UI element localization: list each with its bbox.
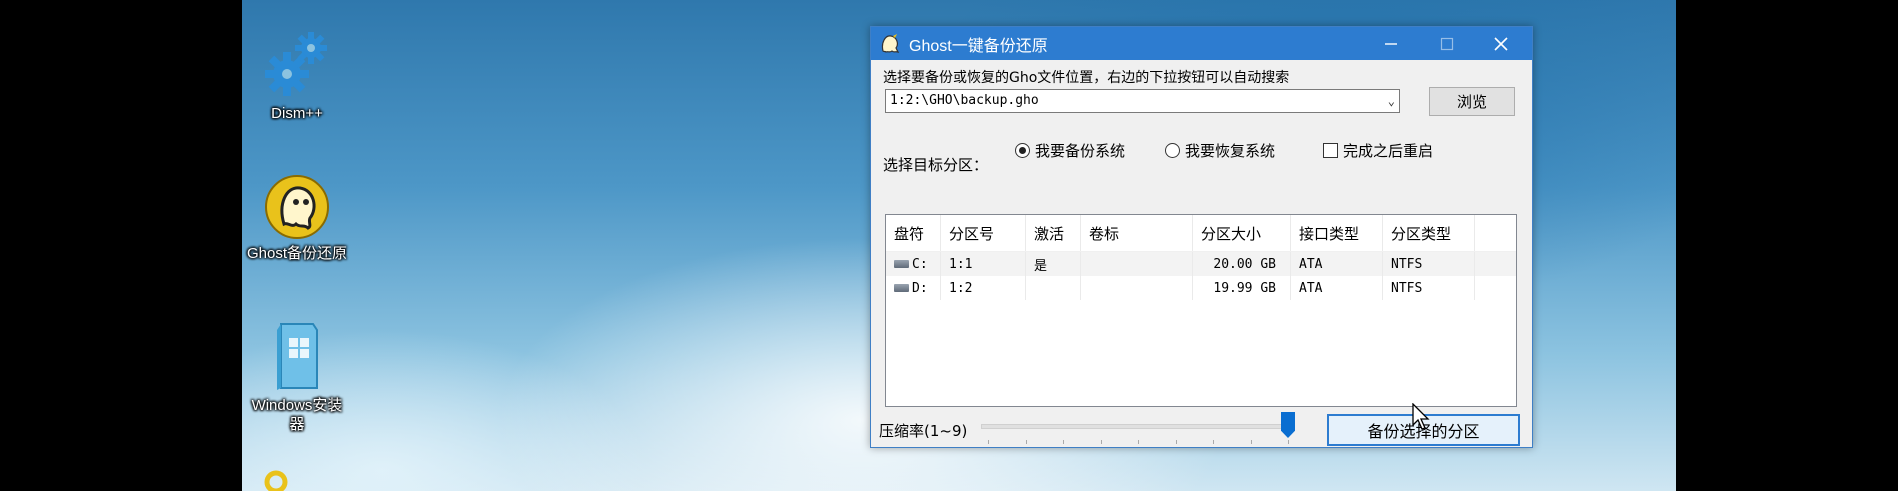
restore-system-radio[interactable]: 我要恢复系统 [1165, 140, 1275, 161]
column-header-partition[interactable]: 分区号 [941, 215, 1026, 251]
volume-label-cell [1081, 276, 1193, 300]
window-title: Ghost一键备份还原 [909, 37, 1048, 55]
mouse-cursor-icon [1412, 403, 1430, 430]
drive-letter: C: [912, 256, 928, 272]
gho-path-value: 1:2:\GHO\backup.gho [890, 93, 1039, 108]
drive-cell: C: [886, 252, 941, 276]
partition-cell: 1:2 [941, 276, 1026, 300]
volume-label-cell [1081, 252, 1193, 276]
backup-system-label: 我要备份系统 [1035, 142, 1126, 160]
column-header-volume-label[interactable]: 卷标 [1081, 215, 1193, 251]
close-button[interactable] [1478, 27, 1524, 60]
partition-list[interactable]: 盘符 分区号 激活 卷标 分区大小 接口类型 分区类型 C: 1:1 是 20.… [885, 214, 1517, 407]
slider-tick [1250, 440, 1252, 444]
column-header-interface[interactable]: 接口类型 [1291, 215, 1383, 251]
minimize-button[interactable] [1368, 27, 1414, 60]
ghost-window: Ghost一键备份还原 选择要备份或恢复的Gho文件位置，右边的下拉按钮可以自动… [870, 26, 1533, 448]
checkbox-unchecked-icon [1323, 143, 1338, 158]
compression-slider[interactable] [981, 412, 1301, 444]
table-row[interactable]: C: 1:1 是 20.00 GB ATA NTFS [886, 252, 1516, 276]
slider-thumb[interactable] [1281, 412, 1295, 438]
file-location-prompt: 选择要备份或恢复的Gho文件位置，右边的下拉按钮可以自动搜索 [883, 70, 1290, 86]
radio-selected-icon [1015, 143, 1030, 158]
minimize-icon [1385, 42, 1397, 45]
slider-tick [1025, 440, 1027, 444]
desktop-icon-label: Windows安装器 [251, 397, 343, 433]
target-partition-label: 选择目标分区： [883, 156, 989, 174]
active-cell: 是 [1026, 252, 1081, 276]
backup-system-radio[interactable]: 我要备份系统 [1015, 140, 1125, 161]
slider-tick [1175, 440, 1177, 444]
interface-cell: ATA [1291, 276, 1383, 300]
desktop-icon-label: Dism++ [271, 105, 323, 122]
column-header-drive[interactable]: 盘符 [886, 215, 941, 251]
desktop-icon-windows-installer[interactable]: Windows安装器 [242, 320, 352, 434]
fs-cell: NTFS [1383, 252, 1475, 276]
gho-path-combobox[interactable]: 1:2:\GHO\backup.gho ⌄ [885, 89, 1400, 113]
reboot-after-checkbox[interactable]: 完成之后重启 [1323, 140, 1433, 161]
fs-cell: NTFS [1383, 276, 1475, 300]
reboot-after-label: 完成之后重启 [1343, 142, 1434, 160]
radio-unselected-icon [1165, 143, 1180, 158]
partition-cell: 1:1 [941, 252, 1026, 276]
close-icon [1494, 36, 1508, 51]
maximize-icon [1440, 37, 1454, 50]
active-cell [1026, 276, 1081, 300]
partition-list-header: 盘符 分区号 激活 卷标 分区大小 接口类型 分区类型 [886, 215, 1516, 252]
drive-icon [894, 260, 909, 268]
drive-cell: D: [886, 276, 941, 300]
slider-tick [1288, 440, 1289, 444]
title-bar[interactable]: Ghost一键备份还原 [871, 27, 1532, 60]
table-row[interactable]: D: 1:2 19.99 GB ATA NTFS [886, 276, 1516, 300]
desktop-icon-ghost[interactable]: Ghost备份还原 [242, 174, 352, 263]
drive-icon [894, 284, 909, 292]
app-ghost-icon [881, 33, 900, 53]
slider-track [981, 424, 1295, 429]
compression-label: 压缩率(1~9) [879, 422, 968, 440]
desktop: Dism++ Ghost备份还原 Windows安装器 Ghost一键备份还原 … [242, 0, 1676, 491]
size-cell: 19.99 GB [1193, 276, 1291, 300]
browse-button[interactable]: 浏览 [1429, 87, 1515, 116]
interface-cell: ATA [1291, 252, 1383, 276]
key-icon[interactable] [264, 468, 304, 491]
slider-tick [988, 440, 989, 444]
drive-letter: D: [912, 280, 928, 296]
gears-icon [265, 32, 327, 96]
size-cell: 20.00 GB [1193, 252, 1291, 276]
ghost-icon [265, 175, 329, 239]
installer-box-icon [277, 323, 318, 390]
desktop-icon-dism[interactable]: Dism++ [242, 28, 352, 123]
slider-tick [1213, 440, 1214, 444]
window-content: 选择要备份或恢复的Gho文件位置，右边的下拉按钮可以自动搜索 1:2:\GHO\… [871, 60, 1532, 446]
column-header-fs[interactable]: 分区类型 [1383, 215, 1475, 251]
chevron-down-icon[interactable]: ⌄ [1388, 90, 1395, 112]
slider-tick [1063, 440, 1064, 444]
column-header-active[interactable]: 激活 [1026, 215, 1081, 251]
column-header-size[interactable]: 分区大小 [1193, 215, 1291, 251]
restore-system-label: 我要恢复系统 [1185, 142, 1276, 160]
slider-tick [1100, 440, 1102, 444]
slider-tick [1138, 440, 1139, 444]
desktop-icon-label: Ghost备份还原 [246, 245, 348, 262]
maximize-button[interactable] [1424, 27, 1470, 60]
